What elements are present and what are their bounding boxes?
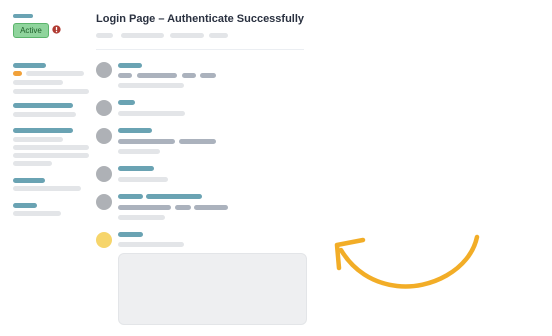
sidebar-line-placeholder [13,145,89,150]
avatar[interactable] [96,194,112,210]
meta-placeholder [209,33,228,38]
activity-text-placeholder [182,73,196,78]
sidebar-line-placeholder [13,161,52,166]
sidebar-heading-placeholder[interactable] [13,103,73,108]
sidebar-line-placeholder [13,80,63,85]
sidebar-line-placeholder [26,71,84,76]
activity-text-placeholder [118,73,132,78]
sidebar-heading-placeholder[interactable] [13,63,46,68]
avatar[interactable] [96,166,112,182]
activity-author-placeholder[interactable] [118,100,135,105]
activity-author-placeholder[interactable] [118,166,154,171]
meta-placeholder [121,33,164,38]
sidebar-line-placeholder [13,153,89,158]
header-label-placeholder [13,14,33,18]
status-badge[interactable]: Active [13,23,49,38]
activity-meta-placeholder [118,149,160,154]
sidebar-line-placeholder [13,211,61,216]
activity-meta-placeholder [118,215,165,220]
meta-placeholder [96,33,113,38]
page-title: Login Page – Authenticate Successfully [96,13,305,25]
activity-text-placeholder [175,205,191,210]
activity-author-placeholder[interactable] [118,63,142,68]
activity-text-placeholder [179,139,216,144]
sidebar-highlight-marker [13,71,22,76]
activity-author-placeholder[interactable] [118,194,143,199]
avatar-current-user[interactable] [96,232,112,248]
sidebar-line-placeholder [13,186,81,191]
activity-author-placeholder[interactable] [118,232,143,237]
sidebar-heading-placeholder[interactable] [13,203,37,208]
meta-placeholder [170,33,204,38]
activity-text-placeholder [118,205,171,210]
activity-text-placeholder [118,139,175,144]
sidebar-line-placeholder [13,89,89,94]
activity-meta-placeholder [118,83,184,88]
avatar[interactable] [96,128,112,144]
activity-text-placeholder [194,205,228,210]
activity-meta-placeholder [118,242,184,247]
activity-meta-placeholder [118,177,168,182]
activity-text-placeholder [137,73,177,78]
sidebar-heading-placeholder[interactable] [13,128,73,133]
curved-arrow-icon [334,234,480,289]
sidebar-line-placeholder [13,112,76,117]
sidebar-heading-placeholder[interactable] [13,178,45,183]
avatar[interactable] [96,62,112,78]
alert-icon[interactable] [52,25,61,34]
activity-author-placeholder[interactable] [118,128,152,133]
activity-text-placeholder [200,73,216,78]
header-divider [96,49,304,50]
activity-author-placeholder[interactable] [146,194,202,199]
comment-panel[interactable] [118,253,307,325]
activity-meta-placeholder [118,111,185,116]
avatar[interactable] [96,100,112,116]
sidebar-line-placeholder [13,137,63,142]
